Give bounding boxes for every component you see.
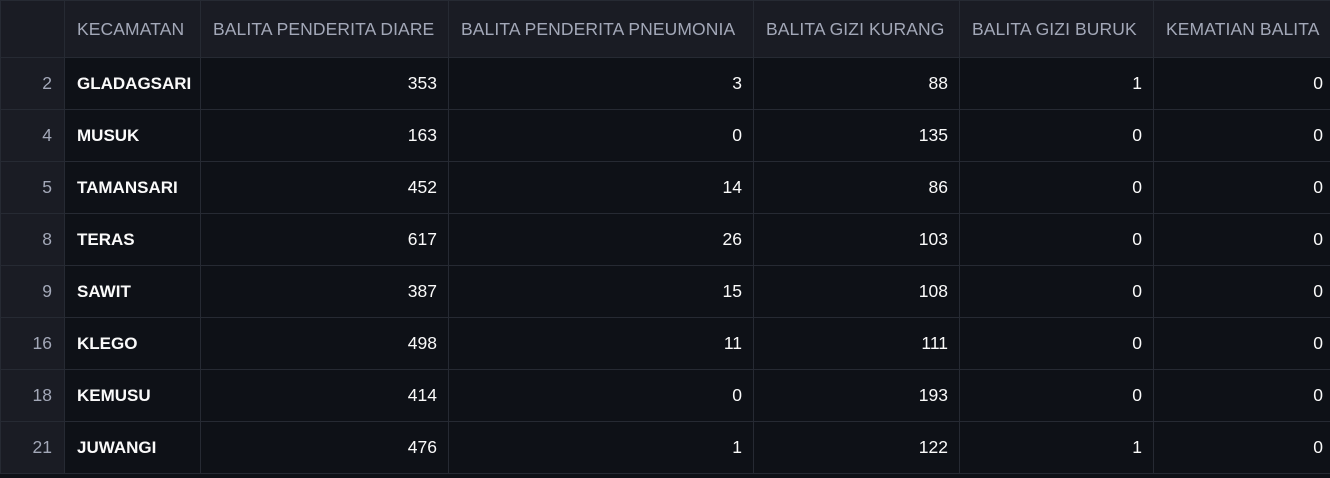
cell-gizi-kurang[interactable]: 122	[753, 421, 960, 474]
cell-pneumonia[interactable]: 1	[448, 421, 754, 474]
cell-kematian[interactable]: 0	[1153, 109, 1330, 162]
cell-pneumonia[interactable]: 26	[448, 213, 754, 266]
table-row: 9 SAWIT 387 15 108 0 0	[0, 265, 1330, 318]
cell-kecamatan[interactable]: MUSUK	[64, 109, 201, 162]
cell-diare[interactable]: 387	[200, 265, 449, 318]
header-row: KECAMATAN BALITA PENDERITA DIARE BALITA …	[0, 0, 1330, 58]
table-row: 2 GLADAGSARI 353 3 88 1 0	[0, 57, 1330, 110]
data-table: KECAMATAN BALITA PENDERITA DIARE BALITA …	[0, 0, 1330, 474]
row-index[interactable]: 9	[0, 265, 65, 318]
row-index[interactable]: 4	[0, 109, 65, 162]
table-row: 21 JUWANGI 476 1 122 1 0	[0, 421, 1330, 474]
cell-gizi-kurang[interactable]: 193	[753, 369, 960, 422]
cell-diare[interactable]: 498	[200, 317, 449, 370]
cell-gizi-kurang[interactable]: 111	[753, 317, 960, 370]
table-row: 8 TERAS 617 26 103 0 0	[0, 213, 1330, 266]
cell-gizi-kurang[interactable]: 86	[753, 161, 960, 214]
cell-diare[interactable]: 414	[200, 369, 449, 422]
column-header-pneumonia[interactable]: BALITA PENDERITA PNEUMONIA	[448, 0, 754, 58]
cell-diare[interactable]: 452	[200, 161, 449, 214]
cell-gizi-buruk[interactable]: 0	[959, 109, 1154, 162]
cell-pneumonia[interactable]: 14	[448, 161, 754, 214]
cell-gizi-buruk[interactable]: 0	[959, 265, 1154, 318]
cell-kematian[interactable]: 0	[1153, 421, 1330, 474]
cell-kematian[interactable]: 0	[1153, 57, 1330, 110]
table-row: 18 KEMUSU 414 0 193 0 0	[0, 369, 1330, 422]
row-index[interactable]: 8	[0, 213, 65, 266]
cell-kecamatan[interactable]: SAWIT	[64, 265, 201, 318]
cell-gizi-buruk[interactable]: 0	[959, 161, 1154, 214]
cell-diare[interactable]: 163	[200, 109, 449, 162]
cell-kecamatan[interactable]: TERAS	[64, 213, 201, 266]
row-index[interactable]: 21	[0, 421, 65, 474]
cell-gizi-buruk[interactable]: 0	[959, 213, 1154, 266]
column-header-kematian[interactable]: KEMATIAN BALITA	[1153, 0, 1330, 58]
column-header-gizi-buruk[interactable]: BALITA GIZI BURUK	[959, 0, 1154, 58]
cell-gizi-buruk[interactable]: 1	[959, 57, 1154, 110]
cell-kematian[interactable]: 0	[1153, 161, 1330, 214]
cell-pneumonia[interactable]: 15	[448, 265, 754, 318]
table-row: 5 TAMANSARI 452 14 86 0 0	[0, 161, 1330, 214]
cell-gizi-kurang[interactable]: 108	[753, 265, 960, 318]
cell-gizi-buruk[interactable]: 0	[959, 317, 1154, 370]
table-header: KECAMATAN BALITA PENDERITA DIARE BALITA …	[0, 0, 1330, 58]
cell-kematian[interactable]: 0	[1153, 265, 1330, 318]
cell-kecamatan[interactable]: JUWANGI	[64, 421, 201, 474]
cell-diare[interactable]: 353	[200, 57, 449, 110]
column-header-diare[interactable]: BALITA PENDERITA DIARE	[200, 0, 449, 58]
table-body: 2 GLADAGSARI 353 3 88 1 0 4 MUSUK 163 0 …	[0, 57, 1330, 474]
table-row: 4 MUSUK 163 0 135 0 0	[0, 109, 1330, 162]
cell-pneumonia[interactable]: 0	[448, 109, 754, 162]
row-index[interactable]: 16	[0, 317, 65, 370]
row-index[interactable]: 2	[0, 57, 65, 110]
table-row: 16 KLEGO 498 11 111 0 0	[0, 317, 1330, 370]
cell-diare[interactable]: 617	[200, 213, 449, 266]
cell-gizi-kurang[interactable]: 103	[753, 213, 960, 266]
cell-kematian[interactable]: 0	[1153, 369, 1330, 422]
row-index[interactable]: 18	[0, 369, 65, 422]
cell-diare[interactable]: 476	[200, 421, 449, 474]
cell-gizi-buruk[interactable]: 0	[959, 369, 1154, 422]
cell-kematian[interactable]: 0	[1153, 213, 1330, 266]
column-header-index[interactable]	[0, 0, 65, 58]
cell-kematian[interactable]: 0	[1153, 317, 1330, 370]
cell-kecamatan[interactable]: TAMANSARI	[64, 161, 201, 214]
cell-kecamatan[interactable]: KLEGO	[64, 317, 201, 370]
data-grid[interactable]: KECAMATAN BALITA PENDERITA DIARE BALITA …	[0, 0, 1330, 478]
cell-kecamatan[interactable]: KEMUSU	[64, 369, 201, 422]
cell-gizi-kurang[interactable]: 88	[753, 57, 960, 110]
cell-pneumonia[interactable]: 0	[448, 369, 754, 422]
cell-kecamatan[interactable]: GLADAGSARI	[64, 57, 201, 110]
column-header-kecamatan[interactable]: KECAMATAN	[64, 0, 201, 58]
cell-pneumonia[interactable]: 3	[448, 57, 754, 110]
cell-gizi-buruk[interactable]: 1	[959, 421, 1154, 474]
row-index[interactable]: 5	[0, 161, 65, 214]
cell-gizi-kurang[interactable]: 135	[753, 109, 960, 162]
cell-pneumonia[interactable]: 11	[448, 317, 754, 370]
column-header-gizi-kurang[interactable]: BALITA GIZI KURANG	[753, 0, 960, 58]
